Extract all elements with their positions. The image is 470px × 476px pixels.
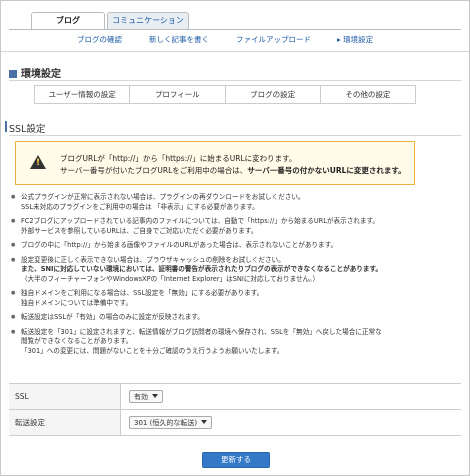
- subnav-blog-check[interactable]: ブログの確認: [77, 34, 122, 45]
- tab-other-settings[interactable]: その他の設定: [321, 86, 415, 103]
- list-item: ブログの中に「http://」から始まる画像やファイルのURLがあった場合は、表…: [11, 241, 459, 251]
- note-line: 外部サービスを参照しているURLは、ご自身でご対応いただく必要があります。: [21, 226, 258, 235]
- note-line: 独自ドメインについては準備中です。: [21, 298, 133, 307]
- tab-blog-settings[interactable]: ブログの設定: [226, 86, 321, 103]
- list-item: 転送設定はSSLが「有効」の場合のみに設定が反映されます。: [11, 313, 459, 323]
- note-line-bold: また、SNIに対応していない環境においては、証明書の警告が表示されたりブログの表…: [21, 265, 382, 273]
- tab-blog[interactable]: ブログ: [31, 12, 105, 30]
- warning-line-1: ブログURLが「http://」から「https://」に始まるURLに変わりま…: [60, 154, 297, 163]
- note-line: 閲覧ができなくなることがあります。: [21, 337, 133, 345]
- page-title: 環境設定: [9, 65, 61, 80]
- note-line: 「301」への変更には、問題がないことを十分ご確認のうえ行うようお願いいたします…: [21, 346, 284, 355]
- note-line: SSL未対応のプラグインをご利用中の場合は 「非表示」にする必要があります。: [21, 202, 259, 211]
- sub-navigation: ブログの確認 新しく記事を書く ファイルアップロード ▸ 環境設定: [1, 34, 469, 46]
- list-item: FC2ブログにアップロードされている記事内のファイルについては、自動で「http…: [11, 217, 459, 236]
- notes-list: 公式プラグインが正常に表示されない場合は、プラグインの再ダウンロードをお試しくだ…: [11, 193, 459, 361]
- title-square-icon: [9, 70, 17, 78]
- redirect-select[interactable]: 301 (恒久的な転送): [129, 416, 213, 429]
- ssl-select-value: 有効: [134, 393, 148, 401]
- ssl-select[interactable]: 有効: [129, 390, 163, 403]
- settings-tabs: ユーザー情報の設定 プロフィール ブログの設定 その他の設定: [34, 85, 416, 104]
- note-line: FC2ブログにアップロードされている記事内のファイルについては、自動で「http…: [21, 217, 380, 225]
- tab-profile[interactable]: プロフィール: [130, 86, 226, 103]
- chevron-down-icon: [152, 394, 158, 398]
- divider: [9, 135, 461, 136]
- divider: [1, 51, 469, 52]
- list-item: 公式プラグインが正常に表示されない場合は、プラグインの再ダウンロードをお試しくだ…: [11, 193, 459, 212]
- list-item: 転送設定を「301」に設定されますと、転送情報がブログ訪問者の環境へ保存され、S…: [11, 328, 459, 357]
- note-line: 転送設定はSSLが「有効」の場合のみに設定が反映されます。: [21, 313, 204, 321]
- list-item: 独自ドメインをご利用になる場合は、SSL設定を「無効」にする必要があります。 独…: [11, 289, 459, 308]
- section-title: SSL設定: [4, 121, 45, 135]
- page-title-text: 環境設定: [21, 69, 61, 80]
- note-line: （大半のフィーチャーフォンやWindowsXPの「Internet Explor…: [21, 274, 320, 283]
- note-line: 公式プラグインが正常に表示されない場合は、プラグインの再ダウンロードをお試しくだ…: [21, 193, 305, 201]
- ssl-label: SSL: [9, 384, 121, 409]
- redirect-label: 転送設定: [9, 410, 121, 435]
- tab-divider: [9, 29, 461, 30]
- subnav-new-post[interactable]: 新しく記事を書く: [149, 34, 209, 45]
- note-line: 設定変更後に正しく表示できない場合は、ブラウザキャッシュの削除をお試しください。: [21, 255, 285, 264]
- settings-form: SSL 有効 転送設定 301 (恒久的な転送): [9, 383, 461, 436]
- form-row-ssl: SSL 有効: [9, 384, 461, 410]
- main-frame: ブログ コミュニケーション ブログの確認 新しく記事を書く ファイルアップロード…: [0, 0, 470, 476]
- warning-line-2-bold: サーバー番号の付かないURLに変更されます。: [247, 166, 406, 175]
- note-line: ブログの中に「http://」から始まる画像やファイルのURLがあった場合は、表…: [21, 241, 338, 249]
- warning-line-2: サーバー番号が付いたブログURLをご利用中の場合は、サーバー番号の付かないURL…: [60, 165, 406, 176]
- warning-icon: [30, 155, 46, 169]
- subnav-settings-label: 環境設定: [343, 35, 374, 44]
- note-line: 独自ドメインをご利用になる場合は、SSL設定を「無効」にする必要があります。: [21, 289, 264, 297]
- warning-box: ブログURLが「http://」から「https://」に始まるURLに変わりま…: [15, 141, 415, 185]
- update-button[interactable]: 更新する: [202, 452, 270, 468]
- form-row-redirect: 転送設定 301 (恒久的な転送): [9, 410, 461, 436]
- warning-line-2-text: サーバー番号が付いたブログURLをご利用中の場合は、: [60, 166, 248, 175]
- subnav-settings-current[interactable]: ▸ 環境設定: [337, 34, 373, 45]
- list-item: 設定変更後に正しく表示できない場合は、ブラウザキャッシュの削除をお試しください。…: [11, 256, 459, 285]
- chevron-down-icon: [201, 420, 208, 424]
- redirect-select-value: 301 (恒久的な転送): [134, 419, 198, 427]
- subnav-file-upload[interactable]: ファイルアップロード: [236, 34, 311, 45]
- divider: [9, 80, 461, 81]
- note-line: 転送設定を「301」に設定されますと、転送情報がブログ訪問者の環境へ保存され、S…: [21, 327, 382, 336]
- tab-user-info[interactable]: ユーザー情報の設定: [35, 86, 131, 103]
- tab-communication[interactable]: コミュニケーション: [107, 12, 189, 29]
